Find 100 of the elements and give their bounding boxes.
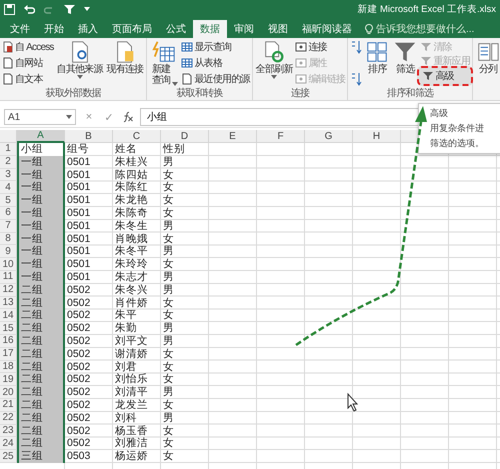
row-header[interactable]: 1 xyxy=(0,143,17,156)
row-header[interactable]: 3 xyxy=(0,168,17,182)
row-header[interactable]: 14 xyxy=(0,309,17,322)
function-icon[interactable] xyxy=(122,111,134,123)
ribbon-button[interactable]: 分列 xyxy=(475,40,500,88)
table-cell: 二组 xyxy=(17,386,65,399)
column-header[interactable]: F xyxy=(257,130,305,143)
row-header[interactable]: 8 xyxy=(0,232,17,246)
table-cell-text: 0502 xyxy=(66,386,92,399)
ribbon-small-button[interactable]: 从表格 xyxy=(181,56,250,70)
undo-icon[interactable] xyxy=(24,4,35,14)
row-header[interactable]: 9 xyxy=(0,245,17,258)
table-cell-text: 女 xyxy=(162,194,175,207)
row-header[interactable]: 16 xyxy=(0,334,17,348)
ribbon-button[interactable]: 新建查询 xyxy=(149,40,180,88)
row-header[interactable]: 5 xyxy=(0,194,17,207)
row-header[interactable]: 25 xyxy=(0,450,17,463)
customize-caret-icon[interactable] xyxy=(84,7,90,11)
table-cell-text: 0502 xyxy=(66,437,92,450)
table-cell-text: 组号 xyxy=(66,143,90,156)
table-cell-text: 0501 xyxy=(66,168,92,182)
group-label: 排序和筛选 xyxy=(386,88,435,100)
table-cell-text: 女 xyxy=(162,168,175,182)
table-cell-text: 0502 xyxy=(66,398,92,412)
row-header[interactable]: 15 xyxy=(0,322,17,335)
table-cell-text: 0501 xyxy=(66,270,92,284)
row-header[interactable]: 22 xyxy=(0,412,17,425)
column-header[interactable]: G xyxy=(305,130,353,143)
table-cell-text: 0501 xyxy=(66,181,92,194)
table-cell-text: 朱桂兴 xyxy=(114,156,149,169)
ribbon-tab[interactable]: 公式 xyxy=(159,20,193,38)
row-header[interactable]: 17 xyxy=(0,348,17,361)
row-header[interactable]: 19 xyxy=(0,373,17,386)
table-cell-text: 男 xyxy=(162,245,175,258)
row-header[interactable]: 12 xyxy=(0,284,17,297)
table-cell: 一组 xyxy=(17,220,65,233)
table-cell-text: 朱冬平 xyxy=(114,245,149,258)
row-header[interactable]: 2 xyxy=(0,156,17,169)
table-cell-text: 朱龙艳 xyxy=(114,194,149,207)
save-icon[interactable] xyxy=(4,4,15,14)
table-cell-text: 女 xyxy=(162,181,175,194)
ribbon-small-button[interactable]: 自文本 xyxy=(2,72,54,86)
ribbon-small-button[interactable]: 高级 xyxy=(417,66,474,86)
column-header[interactable]: D xyxy=(161,130,209,143)
row-header[interactable]: 21 xyxy=(0,398,17,412)
table-cell-text: 男 xyxy=(162,322,175,335)
row-header[interactable]: 6 xyxy=(0,206,17,220)
column-header[interactable]: A xyxy=(17,130,65,143)
row-header[interactable]: 7 xyxy=(0,220,17,233)
row-header[interactable]: 4 xyxy=(0,181,17,194)
ribbon-small-button[interactable]: 连接 xyxy=(295,40,346,54)
row-header[interactable]: 18 xyxy=(0,360,17,374)
ribbon-button[interactable]: 现有连接 xyxy=(106,40,144,88)
table-cell-text: 0501 xyxy=(66,232,92,246)
table-cell-text: 女 xyxy=(162,450,175,463)
column-header[interactable]: H xyxy=(353,130,401,143)
table-cell-text: 姓名 xyxy=(114,143,138,156)
ribbon-tab[interactable]: 开始 xyxy=(37,20,71,38)
table-cell-text: 刘科 xyxy=(114,412,137,425)
table-cell: 小组 xyxy=(17,143,65,156)
sort-ascending-icon[interactable] xyxy=(350,40,362,54)
row-header[interactable]: 13 xyxy=(0,296,17,310)
table-cell-text: 朱勤 xyxy=(114,322,138,335)
tell-me-field[interactable]: 告诉我您想要做什么... xyxy=(359,20,474,38)
sort-descending-icon[interactable] xyxy=(350,72,362,86)
table-cell-text: 女 xyxy=(162,437,175,450)
row-header[interactable]: 23 xyxy=(0,424,17,438)
filter-icon[interactable] xyxy=(64,4,75,14)
ribbon-tab[interactable]: 视图 xyxy=(261,20,295,38)
ribbon-tab[interactable]: 数据 xyxy=(193,20,227,38)
ribbon-tab[interactable]: 福昕阅读器 xyxy=(295,20,359,38)
table-cell-text: 性别 xyxy=(162,143,186,156)
ribbon-button[interactable]: 筛选 xyxy=(392,40,418,88)
ribbon-button[interactable]: 全部刷新 xyxy=(254,40,294,88)
row-header[interactable]: 11 xyxy=(0,270,17,284)
ribbon-tab[interactable]: 插入 xyxy=(71,20,105,38)
ribbon-button[interactable]: 自其他来源 xyxy=(56,40,104,88)
table-cell-text: 刘君 xyxy=(114,360,138,373)
row-header[interactable]: 10 xyxy=(0,258,17,271)
row-header[interactable]: 20 xyxy=(0,386,17,399)
funnel-icon xyxy=(422,70,434,82)
ribbon-button[interactable]: 排序 xyxy=(364,40,390,88)
ribbon-small-button[interactable]: 显示查询 xyxy=(181,40,250,54)
table-cell-text: 男 xyxy=(162,284,175,297)
window-title: 新建 Microsoft Excel 工作表.xlsx xyxy=(357,2,496,16)
ribbon-tab[interactable]: 审阅 xyxy=(227,20,261,38)
name-box[interactable]: A1 xyxy=(4,109,76,125)
table-cell-text: 男 xyxy=(162,156,175,169)
column-header[interactable]: C xyxy=(113,130,161,143)
table-cell: 一组 xyxy=(17,245,65,258)
ribbon-small-button[interactable]: 自 Access xyxy=(2,40,54,54)
ribbon-small-button[interactable]: 自网站 xyxy=(2,56,54,70)
ribbon-tab[interactable]: 页面布局 xyxy=(105,20,159,38)
ribbon-small-button[interactable]: 最近使用的源 xyxy=(181,72,250,86)
column-header[interactable]: B xyxy=(65,130,113,143)
ribbon-tab[interactable]: 文件 xyxy=(3,20,37,38)
table-cell-text: 朱志才 xyxy=(114,270,149,284)
column-header[interactable]: E xyxy=(209,130,257,143)
row-header[interactable]: 24 xyxy=(0,437,17,450)
table-cell: 二组 xyxy=(17,360,65,374)
